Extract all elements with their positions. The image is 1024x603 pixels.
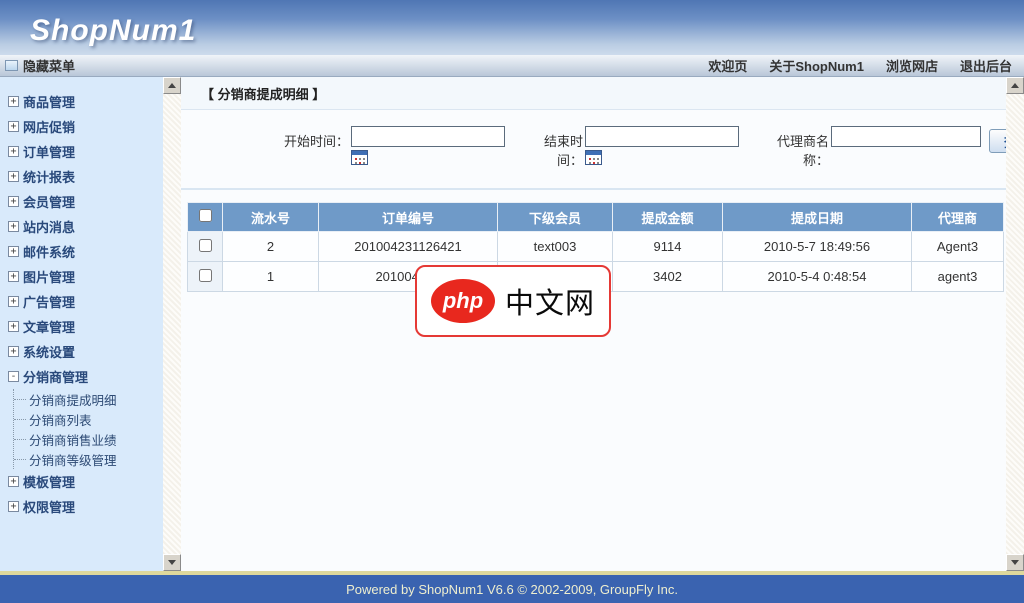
- cell-amount: 3402: [613, 262, 723, 292]
- sidebar-item-messages[interactable]: +站内消息: [0, 214, 163, 239]
- tree-expand-icon[interactable]: +: [8, 246, 19, 257]
- search-form: 开始时间： 结束时间： 代理商名称：: [181, 110, 1006, 190]
- link-logout[interactable]: 退出后台: [960, 56, 1012, 75]
- window-icon: [5, 60, 18, 71]
- sidebar-item-articles[interactable]: +文章管理: [0, 314, 163, 339]
- page: ShopNum1 隐藏菜单 欢迎页 关于ShopNum1 浏览网店 退出后台 +…: [0, 0, 1024, 603]
- cell-date: 2010-5-7 18:49:56: [723, 232, 912, 262]
- tree-expand-icon[interactable]: +: [8, 146, 19, 157]
- sidebar-item-ads[interactable]: +广告管理: [0, 289, 163, 314]
- row-checkbox[interactable]: [199, 269, 212, 282]
- sidebar-scrollbar[interactable]: [163, 77, 181, 571]
- tree-expand-icon[interactable]: +: [8, 271, 19, 282]
- sidebar-item-reports[interactable]: +统计报表: [0, 164, 163, 189]
- sidebar-item-orders[interactable]: +订单管理: [0, 139, 163, 164]
- tree-expand-icon[interactable]: +: [8, 96, 19, 107]
- link-view-shop[interactable]: 浏览网店: [886, 56, 938, 75]
- title-bar: 【 分销商提成明细 】: [181, 77, 1006, 110]
- sidebar-item-mail[interactable]: +邮件系统: [0, 239, 163, 264]
- tree-expand-icon[interactable]: +: [8, 221, 19, 232]
- page-title: 【 分销商提成明细 】: [201, 84, 325, 103]
- col-serial: 流水号: [223, 203, 319, 232]
- sidebar-item-products[interactable]: +商品管理: [0, 89, 163, 114]
- scroll-up-button[interactable]: [1006, 77, 1024, 94]
- sidebar-menu: +商品管理 +网店促销 +订单管理 +统计报表 +会员管理 +站内消息 +邮件系…: [0, 77, 163, 571]
- sidebar-item-permissions[interactable]: +权限管理: [0, 494, 163, 519]
- tree-expand-icon[interactable]: +: [8, 171, 19, 182]
- sidebar-item-sales-performance[interactable]: 分销商销售业绩: [14, 429, 163, 449]
- col-order-no: 订单编号: [319, 203, 498, 232]
- sidebar-item-level-management[interactable]: 分销商等级管理: [14, 449, 163, 469]
- tree-expand-icon[interactable]: +: [8, 476, 19, 487]
- search-button[interactable]: 查询: [989, 129, 1006, 153]
- shopnum1-logo: ShopNum1: [30, 14, 196, 48]
- col-amount: 提成金额: [613, 203, 723, 232]
- agent-name-group: 代理商名称： 查询: [767, 126, 1006, 169]
- end-time-label: 结束时间：: [533, 131, 583, 169]
- calendar-icon[interactable]: [585, 150, 602, 165]
- cell-amount: 9114: [613, 232, 723, 262]
- tree-expand-icon[interactable]: +: [8, 321, 19, 332]
- start-time-group: 开始时间：: [281, 126, 505, 165]
- php-cn-watermark: php 中文网: [415, 265, 611, 337]
- scroll-down-button[interactable]: [163, 554, 181, 571]
- top-menu-bar: 隐藏菜单 欢迎页 关于ShopNum1 浏览网店 退出后台: [0, 55, 1024, 77]
- sidebar-item-members[interactable]: +会员管理: [0, 189, 163, 214]
- link-about[interactable]: 关于ShopNum1: [769, 56, 864, 75]
- sidebar-item-templates[interactable]: +模板管理: [0, 469, 163, 494]
- footer-text: Powered by ShopNum1 V6.6 © 2002-2009, Gr…: [346, 582, 678, 597]
- sidebar-item-distributor-list[interactable]: 分销商列表: [14, 409, 163, 429]
- footer: Powered by ShopNum1 V6.6 © 2002-2009, Gr…: [0, 575, 1024, 603]
- cell-agent: Agent3: [912, 232, 1004, 262]
- calendar-icon[interactable]: [351, 150, 368, 165]
- sidebar-item-settings[interactable]: +系统设置: [0, 339, 163, 364]
- watermark-text: 中文网: [505, 280, 595, 322]
- sidebar-item-distributors[interactable]: -分销商管理: [0, 364, 163, 389]
- cell-member: text003: [498, 232, 613, 262]
- end-time-group: 结束时间：: [533, 126, 739, 169]
- scroll-down-button[interactable]: [1006, 554, 1024, 571]
- sidebar-item-promotion[interactable]: +网店促销: [0, 114, 163, 139]
- sidebar-item-commission-detail[interactable]: 分销商提成明细: [14, 389, 163, 409]
- cell-order-no: 201004231126421: [319, 232, 498, 262]
- tree-collapse-icon[interactable]: -: [8, 371, 19, 382]
- cell-agent: agent3: [912, 262, 1004, 292]
- distributor-submenu: 分销商提成明细 分销商列表 分销商销售业绩 分销商等级管理: [13, 389, 163, 469]
- cell-serial: 1: [223, 262, 319, 292]
- content-scrollbar[interactable]: [1006, 77, 1024, 571]
- table-header-row: 流水号 订单编号 下级会员 提成金额 提成日期 代理商: [188, 203, 1004, 232]
- agent-name-label: 代理商名称：: [767, 131, 829, 169]
- end-time-input[interactable]: [585, 126, 739, 147]
- php-logo-icon: php: [431, 279, 495, 323]
- hide-menu-button[interactable]: 隐藏菜单: [23, 56, 75, 75]
- start-time-label: 开始时间：: [281, 131, 349, 150]
- tree-expand-icon[interactable]: +: [8, 501, 19, 512]
- tree-expand-icon[interactable]: +: [8, 121, 19, 132]
- table-row: 2 201004231126421 text003 9114 2010-5-7 …: [188, 232, 1004, 262]
- col-date: 提成日期: [723, 203, 912, 232]
- start-time-input[interactable]: [351, 126, 505, 147]
- sidebar-item-images[interactable]: +图片管理: [0, 264, 163, 289]
- app-header: ShopNum1: [0, 0, 1024, 55]
- select-all-checkbox[interactable]: [199, 209, 212, 222]
- cell-date: 2010-5-4 0:48:54: [723, 262, 912, 292]
- tree-expand-icon[interactable]: +: [8, 346, 19, 357]
- col-member: 下级会员: [498, 203, 613, 232]
- col-agent: 代理商: [912, 203, 1004, 232]
- link-welcome[interactable]: 欢迎页: [708, 56, 747, 75]
- row-checkbox[interactable]: [199, 239, 212, 252]
- cell-serial: 2: [223, 232, 319, 262]
- scroll-up-button[interactable]: [163, 77, 181, 94]
- tree-expand-icon[interactable]: +: [8, 296, 19, 307]
- top-links: 欢迎页 关于ShopNum1 浏览网店 退出后台: [708, 56, 1012, 75]
- tree-expand-icon[interactable]: +: [8, 196, 19, 207]
- agent-name-input[interactable]: [831, 126, 981, 147]
